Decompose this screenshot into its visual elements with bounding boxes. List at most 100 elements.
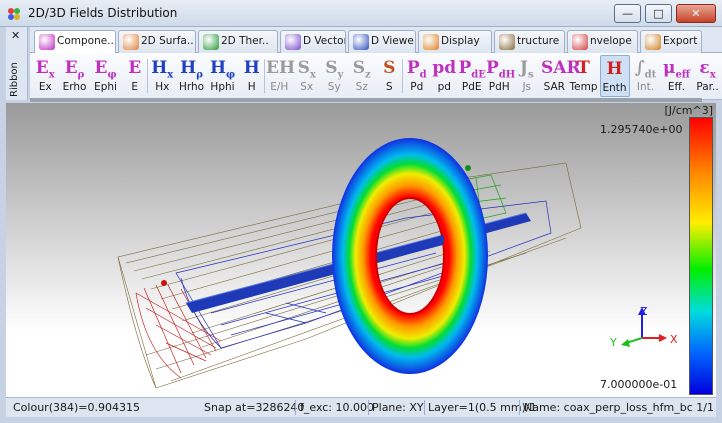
tool-glyph-icon: Hφ: [209, 58, 236, 81]
tool-ephi-button[interactable]: Eφ Ephi: [91, 55, 121, 97]
tool-label: Js: [522, 81, 532, 93]
ribbon-scrollbar[interactable]: [30, 98, 702, 102]
tool-label: Sy: [327, 81, 341, 93]
tab-compone[interactable]: Compone..: [34, 30, 116, 54]
title-bar: 2D/3D Fields Distribution — □ ✕: [0, 0, 722, 27]
display-icon: [423, 34, 439, 50]
tool-label: Hrho: [178, 81, 205, 93]
tool-label: Sz: [355, 81, 368, 93]
tool-s-button[interactable]: SS: [376, 55, 403, 97]
tool-temp-button[interactable]: T Temp: [569, 55, 599, 97]
viewer-icon: [353, 34, 369, 50]
ribbon-side-panel: ✕ Ribbon: [6, 27, 28, 100]
tab-nvelope[interactable]: nvelope: [567, 30, 638, 53]
tool-pde-button[interactable]: PdE PdE: [459, 55, 486, 97]
tool-label: SAR: [543, 81, 565, 93]
tool-ex-button[interactable]: Ex Ex: [32, 55, 59, 97]
status-plane: Plane: XY: [372, 401, 424, 414]
tool-glyph-icon: PdE: [458, 58, 486, 81]
tool-sy-button[interactable]: Sy Sy: [321, 55, 348, 97]
tool-label: pd: [437, 81, 451, 93]
colorbar-max-label: 1.295740e+00: [600, 123, 683, 136]
port-marker-red: [161, 280, 167, 286]
tool-e-h-button[interactable]: EH E/H: [266, 55, 295, 97]
tool-glyph-icon: T: [577, 58, 590, 78]
tool-label: Int.: [636, 81, 655, 93]
status-frequency: f_exc: 10.000: [300, 401, 375, 414]
tool-int-button[interactable]: ∫dt Int.: [631, 55, 661, 97]
tool-glyph-icon: εx: [699, 58, 716, 81]
tool-erho-button[interactable]: Eρ Erho: [60, 55, 90, 97]
tool-label: Ephi: [94, 81, 117, 93]
ribbon-close-icon[interactable]: ✕: [11, 29, 20, 42]
tab-2d-surfa[interactable]: 2D Surfa..: [118, 30, 196, 53]
colorbar: [689, 117, 713, 395]
tool-par-button[interactable]: εx Par..: [693, 55, 722, 97]
tool-pdh-button[interactable]: PdH PdH: [486, 55, 515, 97]
tool-sx-button[interactable]: Sx Sx: [294, 55, 321, 97]
tab-label: nvelope: [590, 35, 632, 47]
tool-js-button[interactable]: Js Js: [514, 55, 541, 97]
y-axis-label: Y: [609, 336, 617, 349]
close-button[interactable]: ✕: [676, 4, 716, 23]
tab-label: 2D Surfa..: [141, 35, 194, 47]
x-axis-label: X: [670, 333, 678, 346]
tool-label: E: [131, 81, 139, 93]
tab-d-vector[interactable]: D Vector: [280, 30, 346, 53]
tool-label: Pd: [410, 81, 424, 93]
tab-label: Export: [663, 35, 698, 47]
port-marker-green: [465, 165, 471, 171]
minimize-button[interactable]: —: [614, 4, 641, 23]
tool-label: Par..: [696, 81, 719, 93]
tool-hx-button[interactable]: Hx Hx: [149, 55, 176, 97]
colorbar-min-label: 7.000000e-01: [600, 378, 678, 391]
tool-hphi-button[interactable]: Hφ Hphi: [208, 55, 238, 97]
tool-enth-button[interactable]: H Enth: [599, 55, 630, 97]
3d-viewport[interactable]: Z X Y [J/cm^3] 1.295740e+00 7.000000e-01: [6, 103, 716, 397]
ribbon-label[interactable]: Ribbon: [9, 62, 20, 97]
app-icon: [8, 8, 20, 20]
tool-label: Ex: [38, 81, 52, 93]
tool-label: S: [385, 81, 393, 93]
tool-label: Eff.: [667, 81, 686, 93]
enthalpy-torus: [332, 138, 488, 374]
tool-glyph-icon: Eρ: [64, 58, 85, 81]
tool-label: Hx: [155, 81, 170, 93]
status-bar: Colour(384)=0.904315 Snap at=3286240 f_e…: [6, 397, 716, 417]
tool-glyph-icon: Hρ: [180, 58, 203, 81]
tool-sar-button[interactable]: SAR SAR: [541, 55, 581, 97]
tab-label: Display: [441, 35, 480, 47]
tab-tructure[interactable]: tructure: [494, 30, 565, 53]
tool-pd-button[interactable]: pd pd: [431, 55, 458, 97]
tool-label: H: [247, 81, 256, 93]
tab-label: D Viewe: [371, 35, 414, 47]
export-icon: [645, 34, 661, 50]
maximize-button[interactable]: □: [645, 4, 672, 23]
status-layer: Layer=1(0.5 mm)/1: [428, 401, 537, 414]
tab-export[interactable]: Export: [640, 30, 702, 53]
tool-glyph-icon: Hx: [151, 58, 174, 81]
tool-glyph-icon: pd: [432, 58, 457, 78]
tab-label: Compone..: [57, 35, 114, 47]
tool-e-button[interactable]: EE: [122, 55, 149, 97]
tool-label: E/H: [270, 81, 289, 93]
status-name: Name: coax_perp_loss_hfm_bc 1/1: [524, 401, 714, 414]
tab-label: D Vector: [303, 35, 346, 47]
tab-d-viewe[interactable]: D Viewe: [348, 30, 416, 53]
tool-hrho-button[interactable]: Hρ Hrho: [177, 55, 207, 97]
tool-h-button[interactable]: HH: [239, 55, 266, 97]
status-colour: Colour(384)=0.904315: [13, 401, 140, 414]
tool-glyph-icon: H: [243, 58, 260, 78]
tool-eff-button[interactable]: μeff Eff.: [662, 55, 692, 97]
tab-label: tructure: [517, 35, 560, 47]
tool-pd-button[interactable]: Pd Pd: [404, 55, 431, 97]
tab-2d-ther[interactable]: 2D Ther..: [198, 30, 278, 53]
tab-display[interactable]: Display: [418, 30, 492, 53]
axis-triad: Z X Y: [609, 305, 678, 349]
field-scene: Z X Y: [117, 138, 678, 389]
tool-glyph-icon: E: [128, 58, 142, 78]
tool-glyph-icon: S: [383, 58, 396, 78]
tool-label: Temp: [569, 81, 598, 93]
tool-sz-button[interactable]: Sz Sz: [349, 55, 376, 97]
tool-label: Erho: [62, 81, 87, 93]
